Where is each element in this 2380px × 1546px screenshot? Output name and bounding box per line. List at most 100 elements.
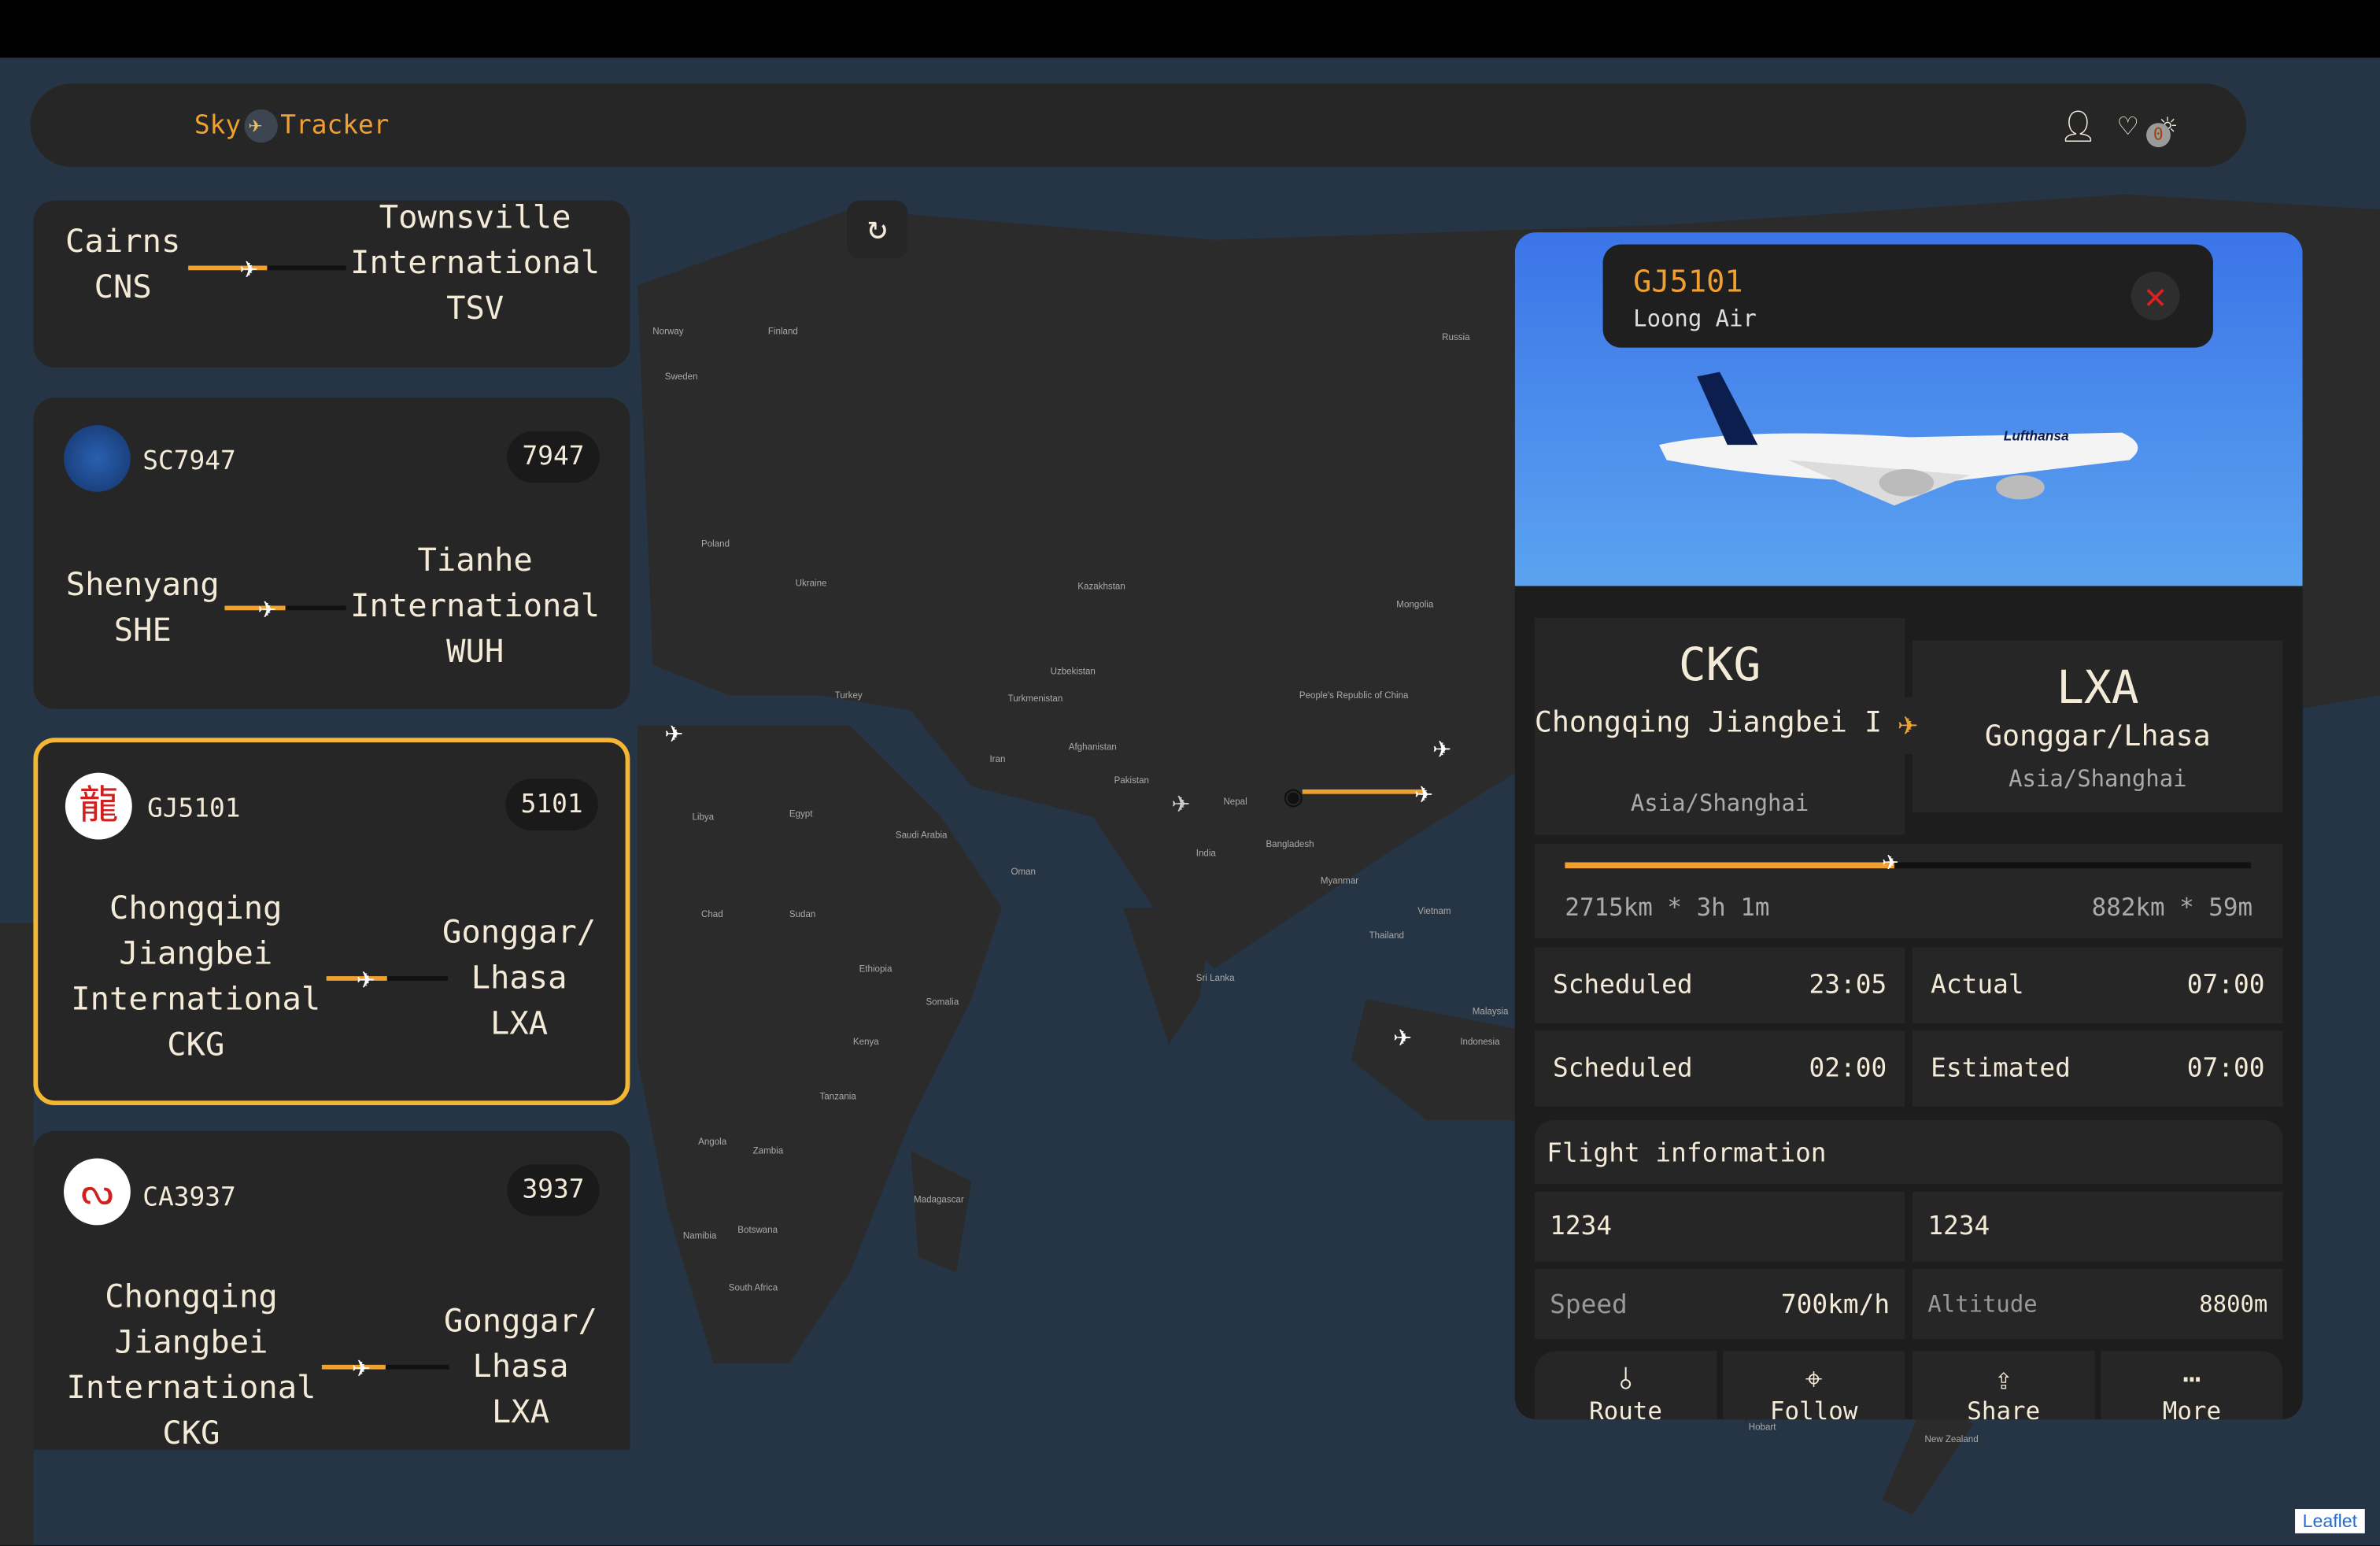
destination: Gonggar/ Lhasa LXA <box>437 1298 604 1435</box>
aircraft-marker[interactable]: ✈ <box>1172 783 1190 819</box>
map-label: Somalia <box>926 999 959 1008</box>
action-label: Share <box>1967 1396 2041 1420</box>
map-label: Russia <box>1442 334 1470 343</box>
aircraft-photo: Lufthansa GJ5101 Loong Air ✕ <box>1514 232 2303 586</box>
close-button[interactable]: ✕ <box>2131 272 2180 320</box>
flight-badge: 3937 <box>507 1164 600 1216</box>
info-cell: 1234 <box>1534 1191 1905 1262</box>
departure-scheduled: Scheduled 23:05 <box>1534 947 1905 1023</box>
map-label: Tanzania <box>819 1093 856 1103</box>
flight-card[interactable]: Cairns CNS ✈ Townsville International TSV <box>33 199 630 368</box>
map-label: Botswana <box>737 1226 778 1236</box>
map-label: Finland <box>767 327 798 338</box>
map-label: Egypt <box>789 810 813 820</box>
flight-card[interactable]: SC7947 7947 Shenyang SHE ✈ Tianhe Interna… <box>33 398 630 709</box>
destination-timezone: Asia/Shanghai <box>2009 765 2187 793</box>
share-button[interactable]: ⇪ Share <box>1913 1351 2095 1420</box>
altitude-label: Altitude <box>1927 1290 2038 1319</box>
route-progress: ✈ <box>326 960 448 996</box>
time-value: 02:00 <box>1809 1053 1887 1085</box>
origin: Cairns CNS <box>54 219 191 310</box>
destination-city: Tianhe International <box>350 542 601 624</box>
origin-code: CKG <box>162 1415 220 1452</box>
map-label: Madagascar <box>914 1196 964 1206</box>
map-label: New Zealand <box>1924 1436 1979 1446</box>
aircraft-marker-selected[interactable]: ✈ <box>1414 775 1432 811</box>
map-label: Iran <box>989 756 1006 766</box>
map-label: Kenya <box>852 1038 879 1048</box>
aircraft-marker[interactable]: ✈ <box>1393 1017 1411 1053</box>
destination-code: LXA <box>490 1004 549 1042</box>
info-value: 1234 <box>1550 1211 1613 1242</box>
flight-badge: 7947 <box>507 431 600 483</box>
flight-card-selected[interactable]: 龍 GJ5101 5101 Chongqing Jiangbei Interna… <box>33 738 630 1106</box>
map-label: Saudi Arabia <box>895 831 948 841</box>
detail-flight-number: GJ5101 <box>1633 262 1743 299</box>
map-label: Pakistan <box>1114 777 1149 787</box>
time-label: Actual <box>1931 970 2024 1000</box>
time-value: 07:00 <box>2186 970 2265 1000</box>
speed-cell: Speed 700km/h <box>1534 1269 1905 1340</box>
leaflet-attribution-link[interactable]: Leaflet <box>2294 1509 2365 1533</box>
share-icon: ⇪ <box>1994 1360 2013 1397</box>
action-label: Route <box>1589 1396 1662 1420</box>
map-label: Sweden <box>664 373 698 383</box>
plane-icon: ✈ <box>352 1348 371 1385</box>
close-icon: ✕ <box>2144 275 2167 318</box>
detail-airline: Loong Air <box>1633 305 1757 333</box>
plane-icon: ✈ <box>239 249 258 286</box>
window-top-bar <box>0 0 2380 58</box>
map-label: Ethiopia <box>859 965 893 975</box>
map-label: Sri Lanka <box>1196 975 1235 984</box>
logo[interactable]: Sky Tracker <box>194 109 390 143</box>
favorites-button[interactable]: ♡ 0 <box>2119 108 2171 148</box>
refresh-button[interactable]: ↻ <box>847 200 908 258</box>
map-label: Malaysia <box>1472 1008 1509 1018</box>
flight-card[interactable]: ᔓ CA3937 3937 Chongqing Jiangbei Interna… <box>33 1130 630 1452</box>
altitude-cell: Altitude 8800m <box>1913 1269 2283 1340</box>
speed-value: 700km/h <box>1780 1290 1890 1321</box>
destination-airport: LXA Gonggar/Lhasa Asia/Shanghai <box>1913 640 2283 812</box>
globe-plane-logo-icon <box>243 109 278 143</box>
flight-path <box>1302 789 1425 794</box>
destination-code: LXA <box>491 1393 550 1430</box>
map-label: Chad <box>701 911 723 920</box>
origin-code: SHE <box>113 612 172 649</box>
route-button[interactable]: ⫰ Route <box>1534 1351 1717 1420</box>
destination-code: WUH <box>446 633 504 670</box>
action-label: Follow <box>1769 1396 1858 1420</box>
map-label: Zambia <box>752 1148 784 1157</box>
speed-label: Speed <box>1550 1290 1628 1321</box>
map-label: Angola <box>698 1138 727 1148</box>
info-cell: 1234 <box>1913 1191 2283 1262</box>
user-icon[interactable]: 👤︎ <box>2059 108 2097 144</box>
origin-city: Chongqing Jiangbei International <box>66 1278 316 1406</box>
map-label: Afghanistan <box>1068 744 1117 753</box>
origin-airport: CKG Chongqing Jiangbei International Asi… <box>1534 617 1905 835</box>
arrival-scheduled: Scheduled 02:00 <box>1534 1030 1905 1107</box>
follow-button[interactable]: ⌖ Follow <box>1722 1351 1905 1420</box>
time-value: 07:00 <box>2186 1053 2265 1085</box>
destination: Gonggar/ Lhasa LXA <box>436 909 603 1046</box>
destination: Townsville International TSV <box>346 194 604 331</box>
map-label: Uzbekistan <box>1050 668 1096 678</box>
logo-text-left: Sky <box>194 110 242 142</box>
flight-info-header: Flight information <box>1534 1120 2283 1185</box>
plane-icon: ✈ <box>257 589 277 626</box>
logo-text-right: Tracker <box>280 110 390 142</box>
destination-city: Gonggar/ Lhasa <box>443 1302 598 1385</box>
air-china-logo: ᔓ <box>64 1158 131 1226</box>
origin-name: Chongqing Jiangbei International <box>1534 705 1905 740</box>
time-label: Scheduled <box>1552 1053 1693 1085</box>
progress-bar: ✈ <box>1565 845 2252 878</box>
destination-code: LXA <box>2057 661 2139 716</box>
more-button[interactable]: ⋯ More <box>2101 1351 2283 1420</box>
time-label: Scheduled <box>1552 970 1693 1000</box>
aircraft-marker[interactable]: ✈ <box>665 713 683 749</box>
livery-text: Lufthansa <box>2004 427 2069 443</box>
flight-badge: 5101 <box>505 779 598 830</box>
crosshair-icon: ⌖ <box>1805 1360 1823 1397</box>
info-value: 1234 <box>1927 1211 1990 1242</box>
arrival-estimated: Estimated 07:00 <box>1913 1030 2283 1107</box>
aircraft-marker[interactable]: ✈ <box>1433 729 1451 765</box>
